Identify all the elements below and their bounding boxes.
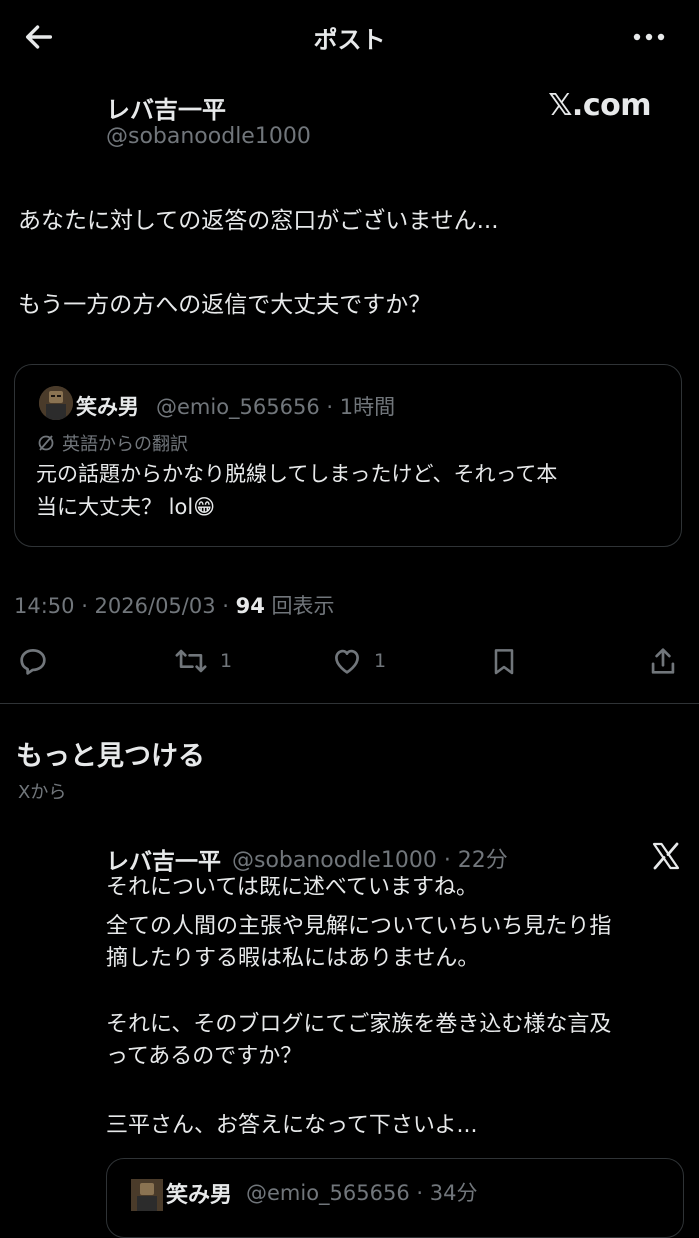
recommended-post-line: 全ての人間の主張や見解についていちいち見たり指 <box>106 914 612 939</box>
reply-button[interactable] <box>16 644 50 678</box>
recommended-author-meta: @sobanoodle1000 · 22分 <box>232 848 508 873</box>
quoted-author-meta: @emio_565656 · 1時間 <box>156 395 396 419</box>
repost-icon <box>172 644 210 678</box>
section-title: もっと見つける <box>16 741 205 772</box>
quoted-author-name: 笑み男 <box>76 395 139 419</box>
bookmark-button[interactable] <box>488 644 520 678</box>
post-body-line: あなたに対しての返答の窓口がございません... <box>18 208 499 234</box>
x-logo-icon <box>650 840 682 872</box>
views-count: 94 <box>235 594 265 618</box>
quoted-text-line: 元の話題からかなり脱線してしまったけど、それって本 <box>36 462 558 486</box>
recommended-post-line: 三平さん、お答えになって下さいよ... <box>106 1113 478 1138</box>
post-meta: 14:50 · 2026/05/03 · 94 回表示 <box>14 590 335 620</box>
top-bar: ポスト <box>0 0 699 72</box>
section-subtitle: Xから <box>18 782 67 803</box>
share-icon <box>646 644 680 678</box>
recommended-author-name[interactable]: レバ吉一平 <box>106 842 221 876</box>
author-display-name[interactable]: レバ吉一平 <box>106 90 226 125</box>
action-bar: 1 1 <box>0 636 699 686</box>
xcom-watermark: 𝕏.com <box>548 88 651 123</box>
recommended-post-line: それに、そのブログにてご家族を巻き込む様な言及 <box>106 1012 612 1037</box>
translation-text: 英語からの翻訳 <box>62 434 188 455</box>
quoted-author-meta: @emio_565656 · 34分 <box>246 1181 478 1205</box>
translate-icon <box>36 433 56 453</box>
like-button[interactable]: 1 <box>330 644 386 678</box>
author-handle[interactable]: @sobanoodle1000 <box>106 124 311 149</box>
page-title: ポスト <box>313 26 386 54</box>
quoted-author-name: 笑み男 <box>166 1183 233 1208</box>
recommended-post-line: 摘したりする暇は私にはありません。 <box>106 946 480 971</box>
views-label: 回表示 <box>264 594 335 618</box>
repost-button[interactable]: 1 <box>172 644 232 678</box>
repost-count: 1 <box>220 650 233 672</box>
translation-label: 英語からの翻訳 <box>36 430 188 456</box>
bookmark-icon <box>488 644 520 678</box>
recommended-post-line: ってあるのですか？ <box>106 1044 303 1069</box>
more-horizontal-icon[interactable] <box>629 22 669 52</box>
post-body-line: もう一方の方への返信で大丈夫ですか？ <box>18 292 432 318</box>
divider <box>0 703 699 704</box>
share-button[interactable] <box>646 644 680 678</box>
post-timestamp: 14:50 · 2026/05/03 · <box>14 594 236 618</box>
reply-icon <box>16 644 50 678</box>
heart-icon <box>330 644 364 678</box>
avatar[interactable] <box>39 386 73 420</box>
avatar[interactable] <box>131 1179 163 1211</box>
quoted-text-line: 当に大丈夫？ lol😁 <box>36 495 216 519</box>
like-count: 1 <box>374 650 387 672</box>
recommended-post-line: それについては既に述べていますね。 <box>106 875 479 900</box>
